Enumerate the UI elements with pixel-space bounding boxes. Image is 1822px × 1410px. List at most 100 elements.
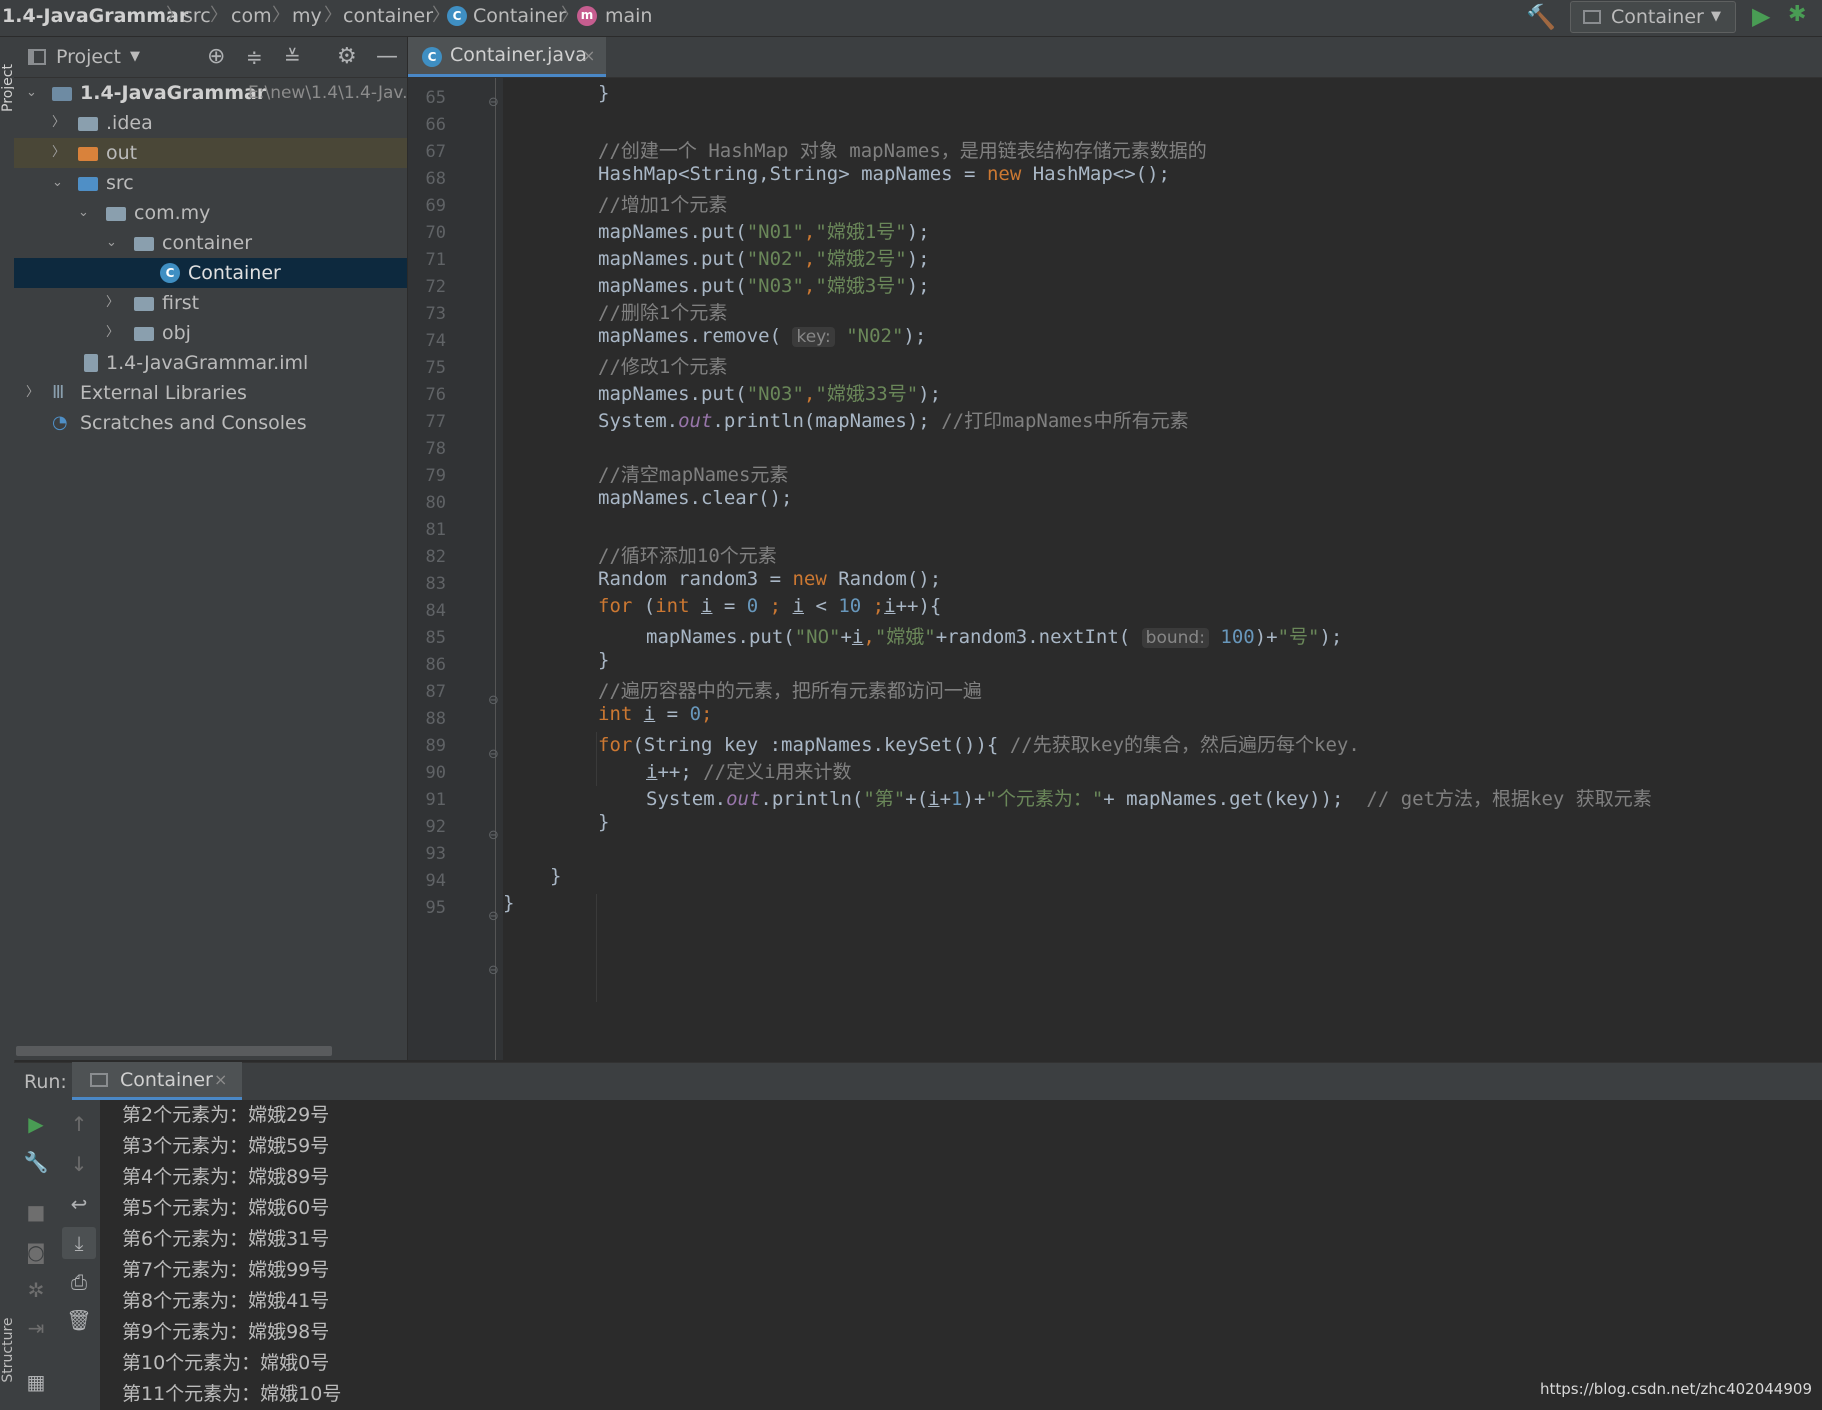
module-folder-icon [52,87,72,101]
code-line-65: } [598,82,610,104]
code-editor[interactable]: } //创建一个 HashMap 对象 mapNames，是用链表结构存储元素数… [503,78,1822,1060]
chevron-right-icon[interactable]: 〉 [26,378,39,408]
camera-icon[interactable]: ◙ [21,1240,51,1264]
line-number: 65 [425,88,446,108]
print-icon[interactable]: ⎙ [64,1270,94,1294]
rerun-icon[interactable]: ▶ [21,1112,51,1136]
locate-target-icon[interactable]: ⊕ [207,37,225,77]
tree-item-obj[interactable]: 〉 obj [14,318,407,348]
settings-icon[interactable]: ✲ [21,1278,51,1302]
run-icon[interactable]: ▶ [1752,2,1770,30]
chevron-down-icon[interactable]: ⌄ [26,78,37,108]
fold-marker-icon[interactable]: ⊖ [488,828,499,843]
breadcrumb-separator: 〉 [324,5,342,26]
line-number: 92 [425,817,446,837]
chevron-right-icon[interactable]: 〉 [52,138,65,168]
fold-marker-icon[interactable]: ⊖ [488,909,499,924]
breadcrumb-project[interactable]: 1.4-JavaGrammar [2,0,188,32]
build-hammer-icon[interactable]: 🔨 [1526,3,1556,31]
tree-item-label: Container [188,262,281,284]
indent-guide [596,732,597,786]
console-output[interactable]: 第2个元素为：嫦娥29号 第3个元素为：嫦娥59号 第4个元素为：嫦娥89号 第… [100,1100,1822,1410]
expand-all-icon[interactable]: ≑ [246,37,263,77]
exit-icon[interactable]: ⇥ [21,1316,51,1340]
tree-item-root[interactable]: ⌄ 1.4-JavaGrammar E:\new\1.4\1.4-Jav... [14,78,418,108]
console-line: 第10个元素为：嫦娥0号 [122,1352,330,1374]
line-number: 88 [425,709,446,729]
fold-marker-icon[interactable]: ⊖ [488,693,499,708]
chevron-right-icon[interactable]: 〉 [106,318,119,348]
chevron-down-icon[interactable]: ▼ [130,37,140,77]
chevron-right-icon[interactable]: 〉 [106,288,119,318]
code-line-94: } [550,865,562,887]
fold-marker-icon[interactable]: ⊖ [488,963,499,978]
tab-container-java[interactable]: C Container.java × [408,37,606,77]
code-line-70: mapNames.put("N01","嫦娥1号"); [598,221,930,243]
gear-icon[interactable]: ⚙ [337,37,357,77]
line-number: 75 [425,358,446,378]
run-tab-container[interactable]: Container × [72,1062,242,1100]
stop-icon[interactable]: ■ [21,1200,51,1224]
tree-item-scratches[interactable]: ◔ Scratches and Consoles [14,408,407,438]
tree-item-iml[interactable]: 1.4-JavaGrammar.iml [14,348,407,378]
fold-marker-icon[interactable]: ⊖ [488,95,499,110]
code-line-79: //清空mapNames元素 [598,464,789,486]
line-number: 76 [425,385,446,405]
line-number: 80 [425,493,446,513]
tree-item-label: container [162,232,253,254]
trash-icon[interactable]: 🗑 [64,1308,94,1332]
package-icon [134,297,154,311]
tree-item-container-package[interactable]: ⌄ container [14,228,407,258]
wrench-icon[interactable]: 🔧 [21,1150,51,1174]
breadcrumb-container[interactable]: container [343,0,433,32]
tab-label: Container.java [450,44,587,66]
structure-tool-tab[interactable]: Structure [0,1298,16,1402]
tree-item-first[interactable]: 〉 first [14,288,407,318]
project-tool-tab[interactable]: Project [0,44,16,132]
chevron-down-icon[interactable]: ⌄ [52,168,63,198]
project-panel-title[interactable]: Project [56,37,121,77]
tree-item-out[interactable]: 〉 out [14,138,407,168]
arrow-up-icon[interactable]: ↑ [64,1112,94,1136]
breadcrumb-class[interactable]: Container [473,0,566,32]
tree-item-external-libraries[interactable]: 〉 Ⅲ External Libraries [14,378,407,408]
run-configuration-dropdown[interactable]: Container ▼ [1570,1,1736,33]
tree-item-src[interactable]: ⌄ src [14,168,407,198]
console-line: 第8个元素为：嫦娥41号 [122,1290,330,1312]
arrow-down-icon[interactable]: ↓ [64,1152,94,1176]
console-line: 第9个元素为：嫦娥98号 [122,1321,330,1343]
library-icon: Ⅲ [52,382,65,403]
soft-wrap-icon[interactable]: ↩ [64,1192,94,1216]
class-icon: C [160,263,180,283]
line-number: 91 [425,790,446,810]
collapse-all-icon[interactable]: ≚ [284,37,301,77]
line-number: 66 [425,115,446,135]
method-icon: m [577,6,597,26]
layout-icon[interactable]: ▦ [21,1370,51,1394]
debug-bug-icon[interactable]: ✱ [1788,2,1806,27]
chevron-down-icon[interactable]: ⌄ [78,198,89,228]
line-number: 87 [425,682,446,702]
breadcrumb-separator: 〉 [210,5,228,26]
breadcrumb-my[interactable]: my [292,0,322,32]
breadcrumb-method[interactable]: main [605,0,652,32]
breadcrumb-com[interactable]: com [231,0,272,32]
code-line-74: mapNames.remove( key: "N02"); [598,325,927,347]
close-icon[interactable]: × [582,37,595,74]
parameter-hint: bound: [1141,628,1209,648]
horizontal-scrollbar[interactable] [16,1046,332,1056]
code-line-71: mapNames.put("N02","嫦娥2号"); [598,248,930,270]
scroll-to-end-icon[interactable]: ⤓ [64,1231,94,1255]
tree-item-com-my[interactable]: ⌄ com.my [14,198,407,228]
tree-item-container-class[interactable]: C Container [14,258,407,288]
code-line-73: //删除1个元素 [598,302,728,324]
hide-panel-icon[interactable]: — [376,37,398,77]
breadcrumb-src[interactable]: src [183,0,211,32]
fold-marker-icon[interactable]: ⊖ [488,747,499,762]
chevron-right-icon[interactable]: 〉 [52,108,65,138]
project-view-icon [28,49,46,65]
tree-item-idea[interactable]: 〉 .idea [14,108,407,138]
close-icon[interactable]: × [214,1062,227,1098]
chevron-down-icon[interactable]: ⌄ [106,228,117,258]
code-line-84: for (int i = 0 ; i < 10 ;i++){ [598,595,942,617]
